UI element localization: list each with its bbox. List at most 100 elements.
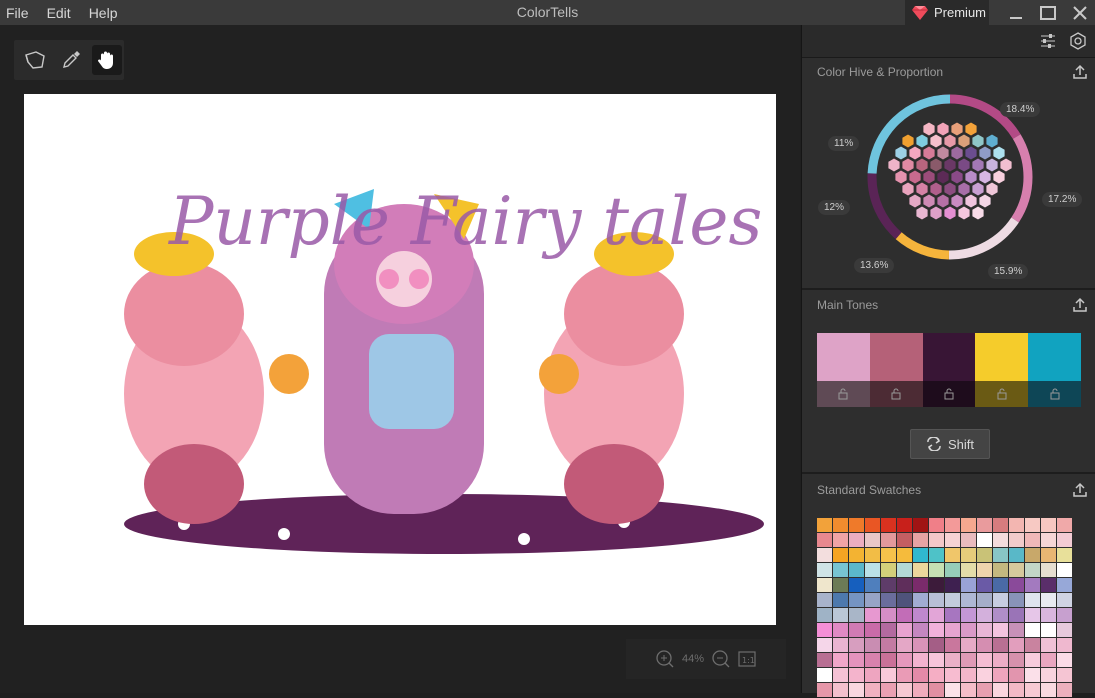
hive-cell[interactable] xyxy=(992,169,1006,185)
swatch-cell[interactable] xyxy=(865,653,880,667)
menu-edit[interactable]: Edit xyxy=(47,5,71,21)
main-tone[interactable] xyxy=(817,333,870,407)
premium-button[interactable]: Premium xyxy=(905,0,989,25)
swatch-cell[interactable] xyxy=(1057,518,1072,532)
swatch-cell[interactable] xyxy=(993,638,1008,652)
menu-help[interactable]: Help xyxy=(89,5,118,21)
swatch-cell[interactable] xyxy=(1057,533,1072,547)
swatch-cell[interactable] xyxy=(1009,683,1024,697)
swatch-cell[interactable] xyxy=(929,533,944,547)
main-tone[interactable] xyxy=(1028,333,1081,407)
swatch-cell[interactable] xyxy=(1025,518,1040,532)
swatch-cell[interactable] xyxy=(833,548,848,562)
main-tone[interactable] xyxy=(922,333,976,407)
hive-cell[interactable] xyxy=(936,121,950,137)
swatch-cell[interactable] xyxy=(849,668,864,682)
swatch-cell[interactable] xyxy=(993,533,1008,547)
swatch-cell[interactable] xyxy=(897,593,912,607)
swatch-cell[interactable] xyxy=(929,623,944,637)
swatch-cell[interactable] xyxy=(913,593,928,607)
swatch-cell[interactable] xyxy=(977,608,992,622)
hive-cell[interactable] xyxy=(978,145,992,161)
swatch-cell[interactable] xyxy=(897,653,912,667)
hive-cell[interactable] xyxy=(985,157,999,173)
swatch-cell[interactable] xyxy=(1057,563,1072,577)
swatch-cell[interactable] xyxy=(849,638,864,652)
swatch-cell[interactable] xyxy=(977,518,992,532)
swatch-cell[interactable] xyxy=(897,623,912,637)
swatch-cell[interactable] xyxy=(961,548,976,562)
swatch-cell[interactable] xyxy=(993,608,1008,622)
swatch-cell[interactable] xyxy=(993,668,1008,682)
close-button[interactable] xyxy=(1064,0,1095,25)
swatch-cell[interactable] xyxy=(1025,668,1040,682)
swatch-cell[interactable] xyxy=(897,563,912,577)
swatch-cell[interactable] xyxy=(913,668,928,682)
hive-cell[interactable] xyxy=(971,181,985,197)
swatch-cell[interactable] xyxy=(1025,638,1040,652)
zoom-out-icon[interactable] xyxy=(712,650,730,668)
swatch-cell[interactable] xyxy=(929,548,944,562)
swatch-cell[interactable] xyxy=(913,623,928,637)
hive-cell[interactable] xyxy=(929,205,943,221)
tone-swatch[interactable] xyxy=(869,333,923,381)
swatch-cell[interactable] xyxy=(945,548,960,562)
swatch-cell[interactable] xyxy=(977,683,992,697)
swatch-cell[interactable] xyxy=(1009,638,1024,652)
swatch-cell[interactable] xyxy=(913,638,928,652)
swatch-cell[interactable] xyxy=(929,518,944,532)
hive-cell[interactable] xyxy=(929,181,943,197)
swatch-cell[interactable] xyxy=(1057,578,1072,592)
swatch-cell[interactable] xyxy=(849,608,864,622)
swatch-cell[interactable] xyxy=(977,578,992,592)
tone-lock[interactable] xyxy=(1028,381,1081,407)
hive-cell[interactable] xyxy=(915,205,929,221)
hive-cell[interactable] xyxy=(887,157,901,173)
swatch-cell[interactable] xyxy=(817,683,832,697)
swatch-cell[interactable] xyxy=(977,668,992,682)
swatch-cell[interactable] xyxy=(929,653,944,667)
tone-swatch[interactable] xyxy=(817,333,870,381)
swatch-cell[interactable] xyxy=(817,533,832,547)
hive-cell[interactable] xyxy=(915,133,929,149)
swatch-cell[interactable] xyxy=(945,653,960,667)
tone-swatch[interactable] xyxy=(922,333,976,381)
lasso-tool-button[interactable] xyxy=(20,45,50,75)
swatch-cell[interactable] xyxy=(913,608,928,622)
swatch-cell[interactable] xyxy=(817,548,832,562)
swatch-cell[interactable] xyxy=(977,548,992,562)
swatch-cell[interactable] xyxy=(881,548,896,562)
hive-cell[interactable] xyxy=(964,145,978,161)
swatch-cell[interactable] xyxy=(865,593,880,607)
shift-button[interactable]: Shift xyxy=(910,429,990,459)
swatch-cell[interactable] xyxy=(1041,623,1056,637)
swatch-cell[interactable] xyxy=(865,668,880,682)
swatch-cell[interactable] xyxy=(833,683,848,697)
swatch-cell[interactable] xyxy=(817,608,832,622)
hive-cell[interactable] xyxy=(929,133,943,149)
swatch-cell[interactable] xyxy=(913,683,928,697)
hive-cell[interactable] xyxy=(950,193,964,209)
tone-lock[interactable] xyxy=(817,381,870,407)
swatch-cell[interactable] xyxy=(865,533,880,547)
swatch-cell[interactable] xyxy=(945,518,960,532)
swatch-cell[interactable] xyxy=(993,683,1008,697)
hive-cell[interactable] xyxy=(985,133,999,149)
swatch-cell[interactable] xyxy=(881,668,896,682)
hive-cell[interactable] xyxy=(964,121,978,137)
swatch-cell[interactable] xyxy=(977,593,992,607)
swatch-cell[interactable] xyxy=(865,683,880,697)
hive-cell[interactable] xyxy=(915,157,929,173)
maximize-button[interactable] xyxy=(1032,0,1064,25)
swatch-cell[interactable] xyxy=(961,653,976,667)
hive-cell[interactable] xyxy=(971,157,985,173)
swatch-cell[interactable] xyxy=(881,653,896,667)
swatch-cell[interactable] xyxy=(1041,668,1056,682)
swatch-cell[interactable] xyxy=(881,533,896,547)
swatch-cell[interactable] xyxy=(961,608,976,622)
hive-cell[interactable] xyxy=(950,169,964,185)
menu-file[interactable]: File xyxy=(6,5,29,21)
swatch-cell[interactable] xyxy=(961,668,976,682)
tone-lock[interactable] xyxy=(975,381,1029,407)
swatch-cell[interactable] xyxy=(881,578,896,592)
